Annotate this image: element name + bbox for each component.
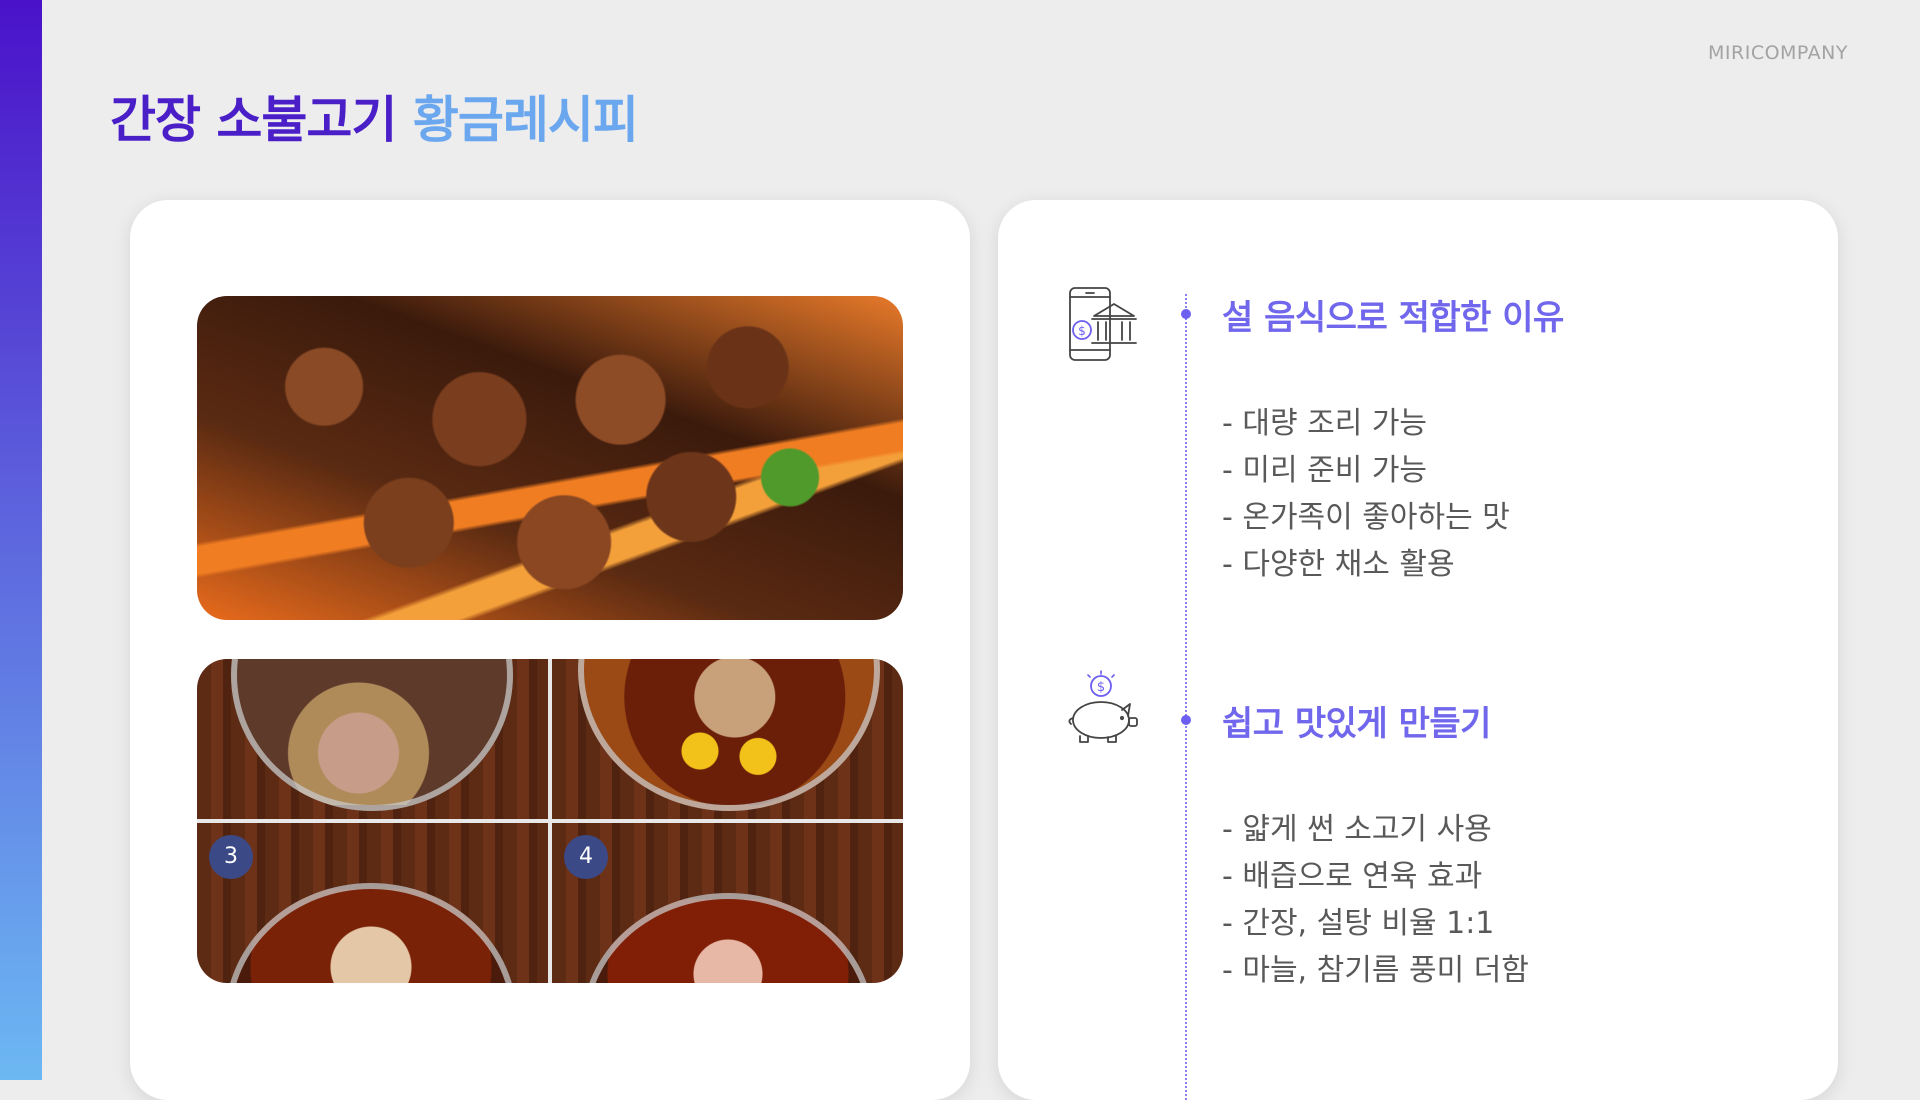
section-heading-reasons: 설 음식으로 적합한 이유 — [1222, 298, 1564, 338]
piggy-bank-icon: $ — [1068, 670, 1138, 743]
title-part-2: 황금레시피 — [412, 91, 639, 149]
info-card: $ $ 설 음식으로 적합한 이유 - 대량 조리 가능 - 미리 준비 가능 … — [998, 200, 1838, 1100]
photo-card: 3 4 — [130, 200, 970, 1100]
list-item: - 마늘, 참기름 풍미 더함 — [1222, 953, 1529, 988]
mobile-bank-icon: $ — [1069, 287, 1137, 361]
list-item: - 얇게 썬 소고기 사용 — [1222, 812, 1492, 847]
recipe-steps-photo: 3 4 — [197, 659, 903, 983]
title-part-1: 간장 소불고기 — [110, 91, 397, 149]
list-item: - 간장, 설탕 비율 1:1 — [1222, 906, 1495, 941]
step-badge-3: 3 — [209, 835, 253, 879]
list-item: - 온가족이 좋아하는 맛 — [1222, 500, 1510, 535]
svg-text:$: $ — [1097, 680, 1105, 695]
list-item: - 배즙으로 연육 효과 — [1222, 859, 1483, 894]
timeline-dot — [1181, 715, 1191, 725]
step-photo-4: 4 — [552, 823, 903, 983]
step-photo-3: 3 — [197, 823, 548, 983]
list-item: - 다양한 채소 활용 — [1222, 547, 1455, 582]
step-photo-2 — [552, 659, 903, 819]
reasons-list: - 대량 조리 가능 - 미리 준비 가능 - 온가족이 좋아하는 맛 - 다양… — [1222, 400, 1510, 588]
page-title: 간장 소불고기 황금레시피 — [110, 80, 639, 152]
accent-bar — [0, 0, 42, 1080]
timeline-dot — [1181, 309, 1191, 319]
list-item: - 대량 조리 가능 — [1222, 406, 1428, 441]
timeline-line — [1185, 294, 1187, 1100]
list-item: - 미리 준비 가능 — [1222, 453, 1428, 488]
step-photo-1 — [197, 659, 548, 819]
bulgogi-photo — [197, 296, 903, 620]
svg-text:$: $ — [1078, 324, 1086, 338]
brand-name: MIRICOMPANY — [1708, 42, 1848, 64]
step-badge-4: 4 — [564, 835, 608, 879]
section-heading-easy: 쉽고 맛있게 만들기 — [1222, 704, 1491, 744]
tips-list: - 얇게 썬 소고기 사용 - 배즙으로 연육 효과 - 간장, 설탕 비율 1… — [1222, 806, 1529, 994]
